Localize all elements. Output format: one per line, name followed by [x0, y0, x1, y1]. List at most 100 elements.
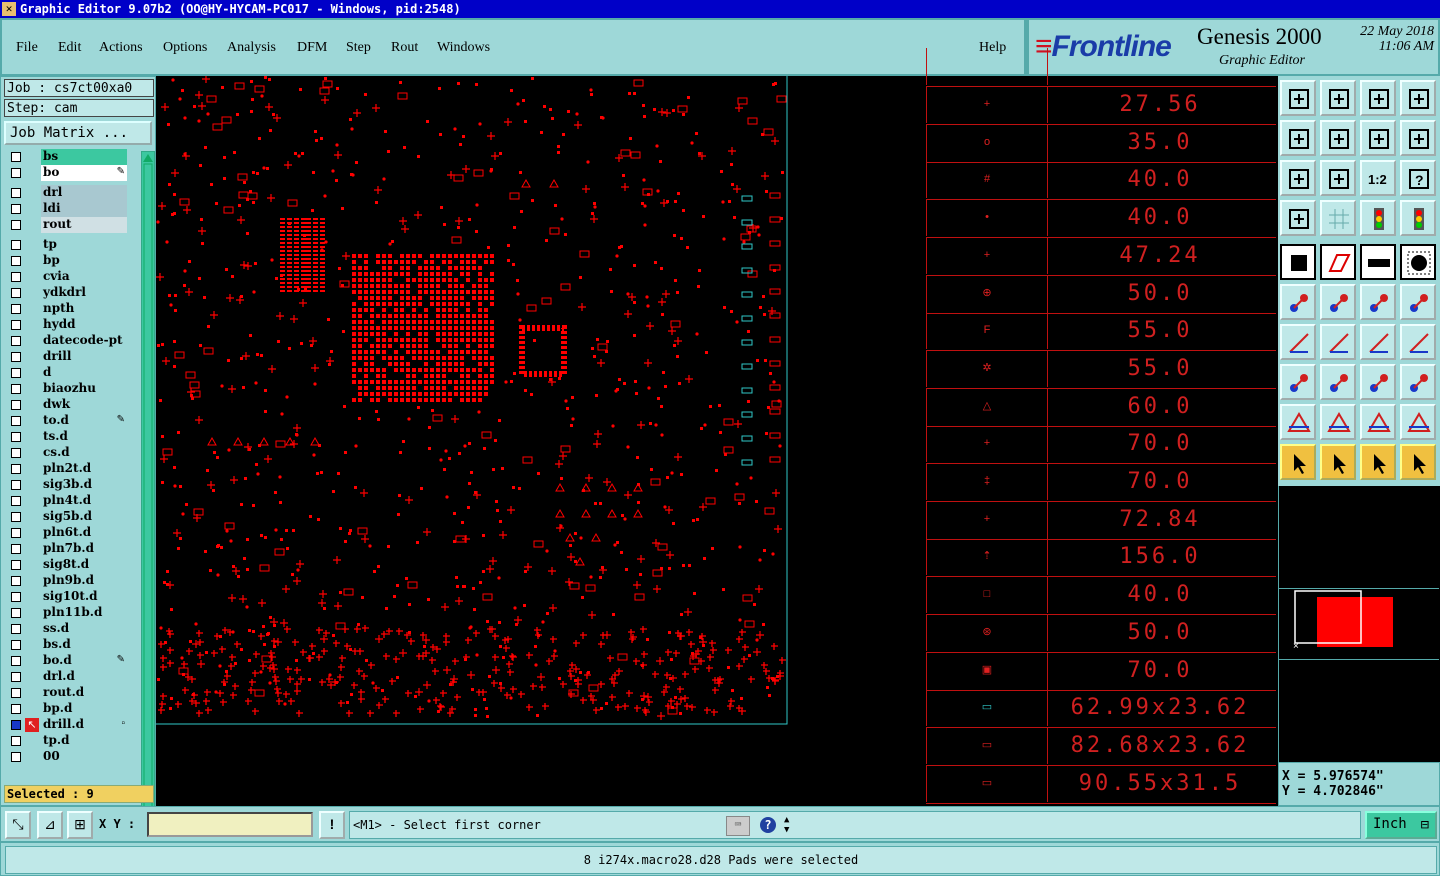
layer-row-00[interactable]: 00	[5, 749, 129, 765]
layer-name[interactable]: sig8t.d	[41, 557, 127, 573]
layer-row-pln2t-d[interactable]: pln2t.d	[5, 461, 129, 477]
layer-name[interactable]: cs.d	[41, 445, 127, 461]
layer-row-bo[interactable]: bo ✎	[5, 165, 129, 181]
split-line-button[interactable]	[1320, 364, 1356, 400]
layer-row-to-d[interactable]: to.d ✎	[5, 413, 129, 429]
layer-row-sig5b-d[interactable]: sig5b.d	[5, 509, 129, 525]
layer-checkbox[interactable]	[11, 704, 21, 714]
symbol-row[interactable]: +27.56	[926, 86, 1276, 125]
move-left-button[interactable]	[1280, 120, 1316, 156]
graphic-canvas[interactable]	[156, 75, 926, 806]
layer-checkbox[interactable]	[11, 496, 21, 506]
layer-checkbox[interactable]	[11, 480, 21, 490]
layer-checkbox[interactable]	[11, 320, 21, 330]
select-box-button[interactable]	[1320, 444, 1356, 480]
layer-checkbox[interactable]	[11, 240, 21, 250]
layer-checkbox[interactable]	[11, 624, 21, 634]
scale-1-2-button[interactable]: 1:2	[1360, 160, 1396, 196]
window-layout-button[interactable]	[1400, 80, 1436, 116]
select-object-button[interactable]	[1280, 364, 1316, 400]
layer-name[interactable]: tp	[41, 237, 127, 253]
layer-checkbox[interactable]	[11, 448, 21, 458]
layer-row-ydkdrl[interactable]: ydkdrl	[5, 285, 129, 301]
layer-name[interactable]: sig3b.d	[41, 477, 127, 493]
zoom-fit-button[interactable]: ⤡	[5, 811, 31, 839]
add-point-button[interactable]	[1360, 284, 1396, 320]
layer-row-drill[interactable]: drill	[5, 349, 129, 365]
layer-name[interactable]: rout	[41, 217, 127, 233]
layer-name[interactable]: bp.d	[41, 701, 127, 717]
query-help-button[interactable]: ?	[1400, 160, 1436, 196]
layer-checkbox[interactable]	[11, 640, 21, 650]
layer-row-pln7b-d[interactable]: pln7b.d	[5, 541, 129, 557]
layer-row-ts-d[interactable]: ts.d	[5, 429, 129, 445]
undo-route-button[interactable]	[1360, 120, 1396, 156]
mirror-ff-button[interactable]	[1400, 324, 1436, 360]
layer-checkbox[interactable]	[11, 432, 21, 442]
layer-checkbox[interactable]	[11, 688, 21, 698]
overview-map[interactable]: ×	[1279, 588, 1439, 660]
home-button[interactable]	[1360, 80, 1396, 116]
pcb-drawing[interactable]	[156, 75, 926, 806]
layer-name[interactable]: 00	[41, 749, 127, 765]
layer-name[interactable]: dwk	[41, 397, 127, 413]
spin-arrows-icon[interactable]: ▲ ▼	[784, 815, 789, 835]
layer-name[interactable]: bs	[41, 149, 127, 165]
menu-rout[interactable]: Rout	[391, 40, 418, 56]
layer-name[interactable]: bo	[41, 165, 127, 181]
symbol-row[interactable]: △ 60.0	[926, 387, 1276, 427]
center-view-button[interactable]	[1320, 160, 1356, 196]
settings-tools-button[interactable]	[1280, 200, 1316, 236]
layer-row-sig10t-d[interactable]: sig10t.d	[5, 589, 129, 605]
symbol-row[interactable]: ⊛ 50.0	[926, 613, 1276, 653]
layer-checkbox[interactable]	[11, 560, 21, 570]
multi-circle-button[interactable]	[1400, 364, 1436, 400]
symbol-row[interactable]: +72.84	[926, 500, 1276, 540]
delete-node-button[interactable]	[1320, 284, 1356, 320]
layer-checkbox[interactable]	[11, 464, 21, 474]
symbol-row[interactable]: ▭ 82.68x23.62	[926, 726, 1276, 766]
menu-windows[interactable]: Windows	[437, 40, 490, 56]
layer-checkbox[interactable]	[11, 544, 21, 554]
triangle-cut-button[interactable]	[1400, 404, 1436, 440]
layer-name[interactable]: sig5b.d	[41, 509, 127, 525]
layer-name[interactable]: drill.d	[41, 717, 127, 733]
layer-checkbox[interactable]	[11, 592, 21, 602]
triangle-arc-button[interactable]	[1280, 404, 1316, 440]
layer-checkbox[interactable]	[11, 752, 21, 762]
fill-round-button[interactable]	[1400, 244, 1436, 280]
layer-checkbox[interactable]	[11, 256, 21, 266]
measure-width-button[interactable]	[1360, 364, 1396, 400]
layer-name[interactable]: pln6t.d	[41, 525, 127, 541]
layer-row-bs-d[interactable]: bs.d	[5, 637, 129, 653]
angle-line-button[interactable]	[1280, 324, 1316, 360]
help-icon[interactable]: ?	[760, 817, 776, 833]
layer-row-pln11b-d[interactable]: pln11b.d	[5, 605, 129, 621]
layer-name[interactable]: ldi	[41, 201, 127, 217]
layer-row-drl[interactable]: drl	[5, 185, 129, 201]
layer-name[interactable]: hydd	[41, 317, 127, 333]
symbol-row[interactable]: o 35.0	[926, 123, 1276, 163]
layer-checkbox[interactable]	[11, 152, 21, 162]
layer-row-bp[interactable]: bp	[5, 253, 129, 269]
layer-checkbox[interactable]	[11, 528, 21, 538]
layer-checkbox[interactable]	[11, 204, 21, 214]
layer-name[interactable]: sig10t.d	[41, 589, 127, 605]
arc-rotate-button[interactable]	[1360, 324, 1396, 360]
symbol-row[interactable]: ⊕ 50.0	[926, 274, 1276, 314]
keyboard-icon[interactable]: ⌨	[726, 816, 750, 836]
connect-nodes-button[interactable]	[1280, 284, 1316, 320]
layer-name[interactable]: drl.d	[41, 669, 127, 685]
layer-row-tp-d[interactable]: tp.d	[5, 733, 129, 749]
layer-name[interactable]: pln4t.d	[41, 493, 127, 509]
layer-checkbox[interactable]	[11, 736, 21, 746]
layer-row-d[interactable]: d	[5, 365, 129, 381]
layer-name[interactable]: pln9b.d	[41, 573, 127, 589]
select-net-button[interactable]	[1400, 444, 1436, 480]
symbol-row[interactable]: ‡ 70.0	[926, 463, 1276, 502]
layer-checkbox[interactable]	[11, 288, 21, 298]
layer-checkbox[interactable]	[11, 168, 21, 178]
grid-view-button[interactable]	[1320, 200, 1356, 236]
xy-input[interactable]	[147, 812, 313, 837]
ruler-button[interactable]	[1360, 244, 1396, 280]
